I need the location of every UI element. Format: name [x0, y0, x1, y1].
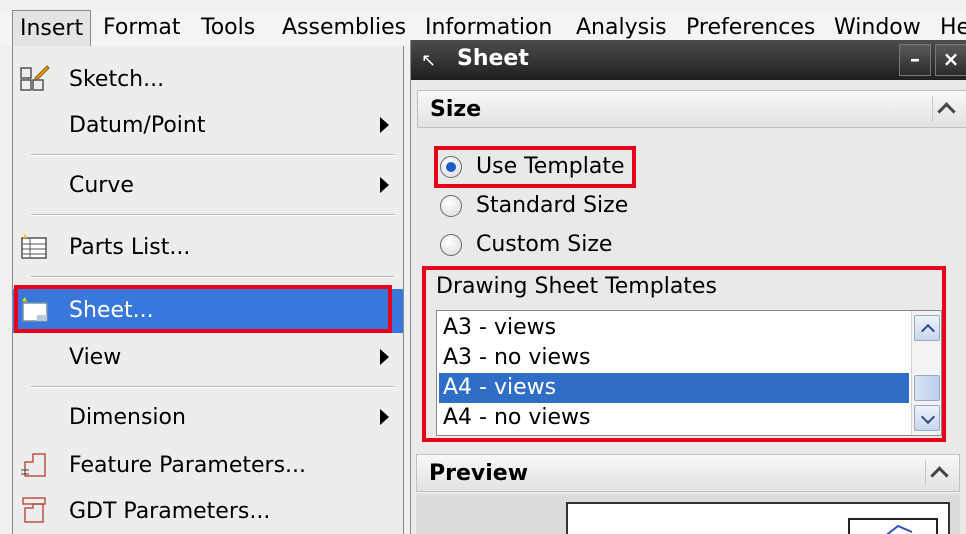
- menu-item-label: Dimension: [69, 405, 186, 430]
- menu-analysis[interactable]: Analysis: [576, 15, 667, 41]
- parts-list-icon: [21, 234, 47, 259]
- menu-item-label: View: [69, 345, 122, 370]
- radio-button[interactable]: [440, 234, 462, 256]
- preview-area: [416, 494, 960, 534]
- highlight-box-sheet: [14, 285, 392, 333]
- menu-item-view[interactable]: View: [13, 336, 403, 380]
- preview-group-title: Preview: [429, 461, 529, 486]
- menu-insert[interactable]: Insert: [12, 10, 92, 46]
- menu-separator: [31, 154, 395, 156]
- menu-item-feature-parameters[interactable]: Feature Parameters...: [13, 444, 403, 488]
- menu-item-label: Curve: [69, 173, 134, 198]
- menu-format[interactable]: Format: [103, 15, 181, 41]
- scroll-up-icon[interactable]: [914, 315, 940, 341]
- collapse-chevron-icon[interactable]: [925, 460, 953, 486]
- menu-item-label: GDT Parameters...: [69, 499, 271, 524]
- templates-scrollbar[interactable]: [911, 311, 941, 435]
- highlight-box-use-template: [434, 146, 636, 188]
- collapse-chevron-icon[interactable]: [932, 96, 960, 122]
- templates-label: Drawing Sheet Templates: [436, 274, 717, 299]
- menu-item-datum-point[interactable]: Datum/Point: [13, 104, 403, 148]
- menu-information[interactable]: Information: [425, 15, 552, 41]
- menu-item-parts-list[interactable]: Parts List...: [13, 226, 403, 270]
- pin-icon[interactable]: ↖: [421, 50, 436, 71]
- templates-listbox[interactable]: A3 - views A3 - no views A4 - views A4 -…: [436, 310, 942, 436]
- panel-title-bar: ↖ Sheet – ×: [411, 40, 966, 80]
- menu-item-label: Parts List...: [69, 235, 191, 260]
- preview-sketch-icon: [886, 524, 913, 534]
- list-item[interactable]: A4 - no views: [439, 403, 909, 433]
- menu-assemblies[interactable]: Assemblies: [282, 15, 406, 41]
- submenu-arrow-icon: [380, 409, 389, 425]
- submenu-arrow-icon: [380, 117, 389, 133]
- gdt-parameters-icon: [22, 497, 46, 523]
- menu-preferences[interactable]: Preferences: [686, 15, 815, 41]
- menu-window[interactable]: Window: [834, 15, 921, 41]
- preview-canvas: [566, 502, 950, 534]
- scroll-thumb[interactable]: [914, 375, 940, 401]
- menu-item-sketch[interactable]: Sketch...: [13, 58, 403, 102]
- menu-item-label: Sketch...: [69, 67, 165, 92]
- submenu-arrow-icon: [380, 349, 389, 365]
- scroll-down-icon[interactable]: [914, 405, 940, 431]
- radio-label: Custom Size: [476, 232, 613, 257]
- radio-label: Standard Size: [476, 193, 629, 218]
- radio-button[interactable]: [440, 195, 462, 217]
- menu-item-label: Feature Parameters...: [69, 453, 307, 478]
- menu-item-curve[interactable]: Curve: [13, 164, 403, 208]
- feature-parameters-icon: [21, 453, 46, 477]
- size-group-title: Size: [430, 97, 482, 122]
- drawing-sheet-templates-section: Drawing Sheet Templates A3 - views A3 - …: [422, 266, 946, 442]
- list-item[interactable]: A3 - views: [439, 313, 909, 343]
- menu-tools[interactable]: Tools: [201, 15, 255, 41]
- menu-item-label: Datum/Point: [69, 113, 206, 138]
- menu-item-gdt-parameters[interactable]: GDT Parameters...: [13, 490, 403, 534]
- preview-title-block: [848, 518, 938, 534]
- list-item-selected[interactable]: A4 - views: [439, 373, 909, 403]
- panel-title: Sheet: [457, 46, 529, 71]
- menu-separator: [31, 214, 395, 216]
- close-button[interactable]: ×: [935, 44, 966, 76]
- menu-item-dimension[interactable]: Dimension: [13, 396, 403, 440]
- menu-separator: [31, 276, 395, 278]
- minimize-button[interactable]: –: [899, 44, 931, 76]
- preview-group-header[interactable]: Preview: [416, 454, 960, 492]
- menu-separator: [31, 386, 395, 388]
- menu-help[interactable]: He: [940, 15, 966, 41]
- list-item[interactable]: A3 - no views: [439, 343, 909, 373]
- sketch-icon: [20, 65, 50, 91]
- size-group-header[interactable]: Size: [417, 90, 966, 128]
- submenu-arrow-icon: [380, 177, 389, 193]
